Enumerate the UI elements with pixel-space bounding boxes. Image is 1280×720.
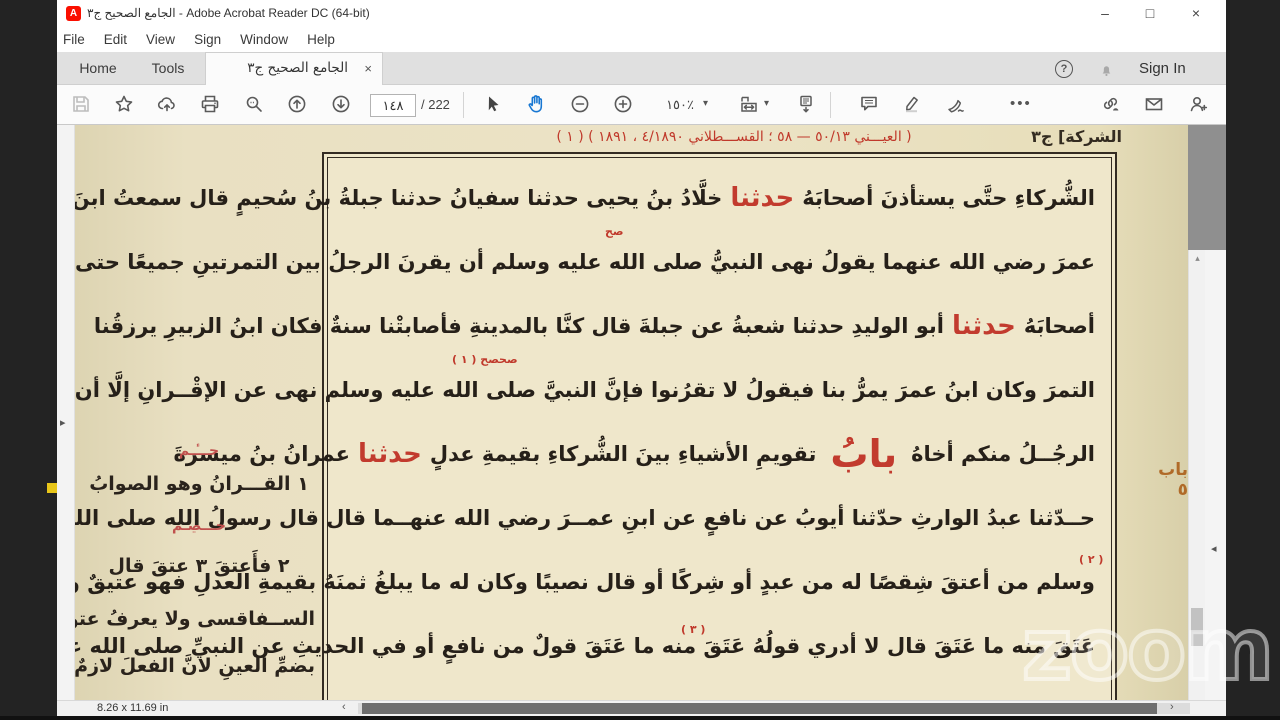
tab-close-icon[interactable]: ×	[364, 53, 372, 84]
text-segment: خلَّادُ بنُ يحيى حدثنا سفيانُ حدثنا جبلة…	[75, 186, 723, 210]
zoom-watermark: zoom	[1020, 598, 1276, 702]
expand-nav-pane-icon[interactable]: ▸	[60, 416, 66, 429]
select-tool-icon[interactable]	[482, 93, 506, 117]
sah-correction-mark: صحصح ( ١ )	[452, 353, 518, 366]
maximize-button[interactable]: □	[1135, 3, 1165, 23]
status-bar: 8.26 x 11.69 in ‹ ›	[57, 700, 1226, 716]
zoom-out-icon[interactable]	[569, 93, 593, 117]
footnote-ref-2: ( ٢ )	[1079, 553, 1104, 566]
save-icon[interactable]	[70, 93, 94, 117]
email-icon[interactable]	[1143, 93, 1167, 117]
text-line: الرجُــلُ منكم أخاهُ بابُ تقويمِ الأشياء…	[174, 422, 1095, 486]
collapse-panel-icon[interactable]: ◂	[1211, 542, 1217, 555]
page-header-citation: ( العيـــني ٥٠/١٣ — ٥٨ ؛ القســـطلاني ٤/…	[556, 129, 912, 145]
hscroll-right-icon[interactable]: ›	[1170, 701, 1174, 713]
star-favorites-icon[interactable]	[113, 93, 137, 117]
share-cloud-icon[interactable]	[156, 93, 180, 117]
menu-bar: File Edit View Sign Window Help	[57, 27, 1226, 52]
margin-note: الســفاقسى ولا يعرفُ عتقَ	[75, 608, 315, 630]
tab-document-label: الجامع الصحيح ج٣	[247, 60, 348, 76]
text-line: حــدّثنا عبدُ الوارثِ حدّثنا أيوبُ عن نا…	[75, 506, 1095, 530]
horizontal-scrollbar-thumb[interactable]	[362, 703, 1157, 714]
toolbar: ١٤٨ / 222 ١٥٠٪ ▾ ▾ •••	[57, 85, 1226, 125]
tab-home[interactable]: Home	[67, 52, 129, 85]
margin-note: بضمِّ العينِ لانَّ الفعلَ لازمٌ	[75, 655, 315, 677]
page-total-label: / 222	[421, 97, 450, 112]
text-segment: الشُّركاءِ حتَّى يستأذنَ أصحابَهُ	[802, 186, 1095, 210]
help-icon[interactable]: ?	[1055, 60, 1073, 78]
fit-dropdown-icon[interactable]: ▾	[764, 98, 769, 109]
menu-sign[interactable]: Sign	[194, 32, 221, 47]
menu-window[interactable]: Window	[240, 32, 288, 47]
close-button[interactable]: ×	[1181, 3, 1211, 23]
more-tools-icon[interactable]: •••	[1010, 95, 1034, 119]
window-title: الجامع الصحيح ج٣ - Adobe Acrobat Reader …	[87, 6, 370, 20]
zoom-level-value[interactable]: ١٥٠٪	[646, 94, 694, 115]
add-account-icon[interactable]	[1187, 93, 1211, 117]
hand-tool-icon[interactable]	[525, 93, 549, 117]
sah-correction-mark: صح	[605, 225, 624, 238]
text-frame: الشُّركاءِ حتَّى يستأذنَ أصحابَهُ حدثنا …	[75, 152, 1117, 700]
scroll-up-icon[interactable]: ▴	[1189, 253, 1206, 264]
menu-view[interactable]: View	[146, 32, 175, 47]
sign-in-button[interactable]: Sign In	[1139, 52, 1186, 85]
text-line: عمرَ رضي الله عنهما يقولُ نهى النبيُّ صل…	[75, 250, 1095, 274]
previous-page-icon[interactable]	[286, 93, 310, 117]
highlight-icon[interactable]	[901, 93, 925, 117]
page-header-title: الشركة] ج٣	[1031, 127, 1122, 146]
hadith-text-block: الشُّركاءِ حتَّى يستأذنَ أصحابَهُ حدثنا …	[75, 154, 1115, 678]
footnote-ref-3: ( ٣ )	[681, 623, 706, 636]
page-size-label: 8.26 x 11.69 in	[97, 702, 169, 714]
text-line: أصحابَهُ حدثنا أبو الوليدِ حدثنا شعبةُ ع…	[94, 294, 1095, 358]
toolbar-divider	[830, 92, 831, 118]
fit-width-icon[interactable]	[738, 93, 762, 117]
scribal-siglum-red: حـــٔـم	[178, 443, 220, 459]
tab-bar: Home Tools الجامع الصحيح ج٣ × ? Sign In	[57, 52, 1226, 85]
title-bar: A الجامع الصحيح ج٣ - Adobe Acrobat Reade…	[57, 0, 1226, 27]
text-line: وسلم من أعتقَ شِقصًا له من عبدٍ أو شِركً…	[75, 570, 1095, 594]
acrobat-logo-icon: A	[66, 6, 81, 21]
letterbox-bottom	[0, 716, 1280, 720]
print-icon[interactable]	[199, 93, 223, 117]
zoom-dropdown-icon[interactable]: ▾	[703, 98, 708, 109]
haddathana-red: حدثنا	[951, 311, 1016, 341]
page-number-input[interactable]: ١٤٨	[370, 94, 416, 117]
screen: A الجامع الصحيح ج٣ - Adobe Acrobat Reade…	[0, 0, 1280, 720]
margin-bab-number: باب ٥	[1158, 460, 1188, 500]
bab-heading-red: بابُ	[830, 432, 898, 476]
letterbox-left	[0, 0, 57, 720]
haddathana-red: حدثنا	[357, 439, 422, 469]
text-line: التمرَ وكان ابنُ عمرَ يمرُّ بنا فيقولُ ل…	[75, 378, 1095, 402]
hscroll-left-icon[interactable]: ‹	[342, 701, 346, 713]
margin-note: ٢ فأَعتقَ ٣ عتقَ قال	[108, 555, 290, 577]
text-segment: تقويمِ الأشياءِ بينَ الشُّركاءِ بقيمةِ ع…	[429, 442, 817, 466]
menu-file[interactable]: File	[63, 32, 85, 47]
text-segment: الرجُــلُ منكم أخاهُ	[911, 442, 1095, 466]
page-scrolling-icon[interactable]	[795, 93, 819, 117]
haddathana-red: حدثنا	[730, 183, 795, 213]
margin-note: ١ القـــرانُ وهو الصوابُ	[89, 473, 309, 495]
menu-edit[interactable]: Edit	[104, 32, 127, 47]
notifications-bell-icon[interactable]	[1097, 60, 1115, 83]
text-line: عَتَقَ منه ما عَتَقَ قال لا أدري قولُهُ …	[75, 634, 1095, 658]
toolbar-divider	[463, 92, 464, 118]
share-link-icon[interactable]	[1100, 93, 1124, 117]
text-line: الشُّركاءِ حتَّى يستأذنَ أصحابَهُ حدثنا …	[75, 166, 1095, 230]
text-segment: أبو الوليدِ حدثنا شعبةُ عن جبلةَ قال كنَ…	[93, 314, 944, 338]
next-page-icon[interactable]	[330, 93, 354, 117]
horizontal-scrollbar[interactable]	[358, 703, 1190, 714]
zoom-in-icon[interactable]	[612, 93, 636, 117]
scribal-siglum-red: حـــڝـم	[171, 518, 226, 534]
comment-icon[interactable]	[858, 93, 882, 117]
menu-help[interactable]: Help	[307, 32, 335, 47]
search-icon[interactable]	[243, 93, 267, 117]
navigation-pane-strip[interactable]: ▸	[57, 125, 75, 700]
tab-document[interactable]: الجامع الصحيح ج٣ ×	[205, 52, 383, 85]
minimize-button[interactable]: –	[1090, 3, 1120, 23]
tab-tools[interactable]: Tools	[137, 52, 199, 85]
text-segment: أصحابَهُ	[1023, 314, 1095, 338]
fill-sign-icon[interactable]	[945, 93, 969, 117]
overlay-yellow-marker	[47, 483, 57, 493]
